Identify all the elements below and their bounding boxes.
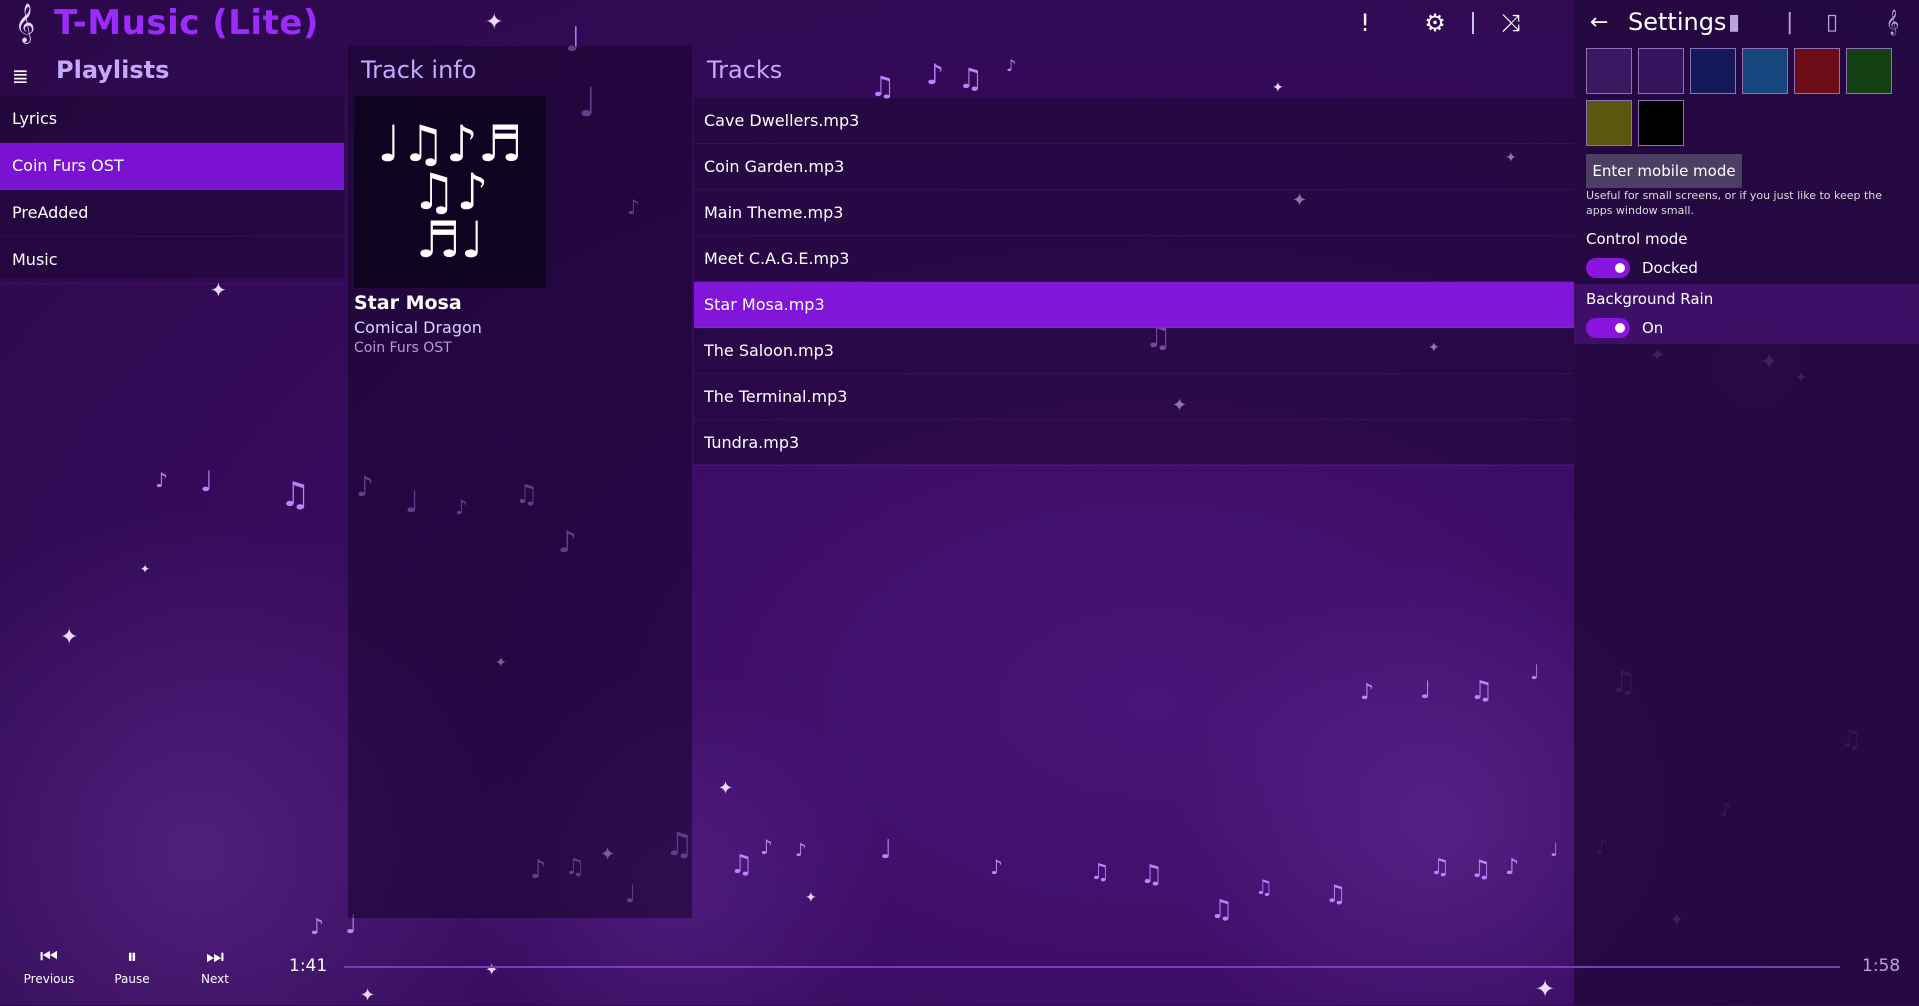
track-info-title: Star Mosa [354,292,462,314]
music-note-icon: ♪ [1006,56,1017,75]
theme-swatch[interactable] [1690,48,1736,94]
theme-swatches [1586,48,1916,146]
music-note-icon: ♫ [1470,676,1494,706]
settings-title: Settings [1628,8,1727,36]
hamburger-icon[interactable]: ≣ [12,64,34,88]
title-toolbar: ! ⚙ ⤨ [1340,0,1536,46]
logo-small-icon: 𝄞 [1886,10,1900,35]
enter-mobile-mode-button[interactable]: Enter mobile mode [1586,154,1742,188]
music-note-icon: ♫ [1090,860,1110,885]
divider-icon: | [1786,10,1794,35]
phone-icon[interactable]: ▮ [1728,10,1740,35]
album-art: ♩♫♪♬ ♫♪ ♬♩ [354,96,546,288]
sparkle-icon: ✦ [1272,80,1284,96]
theme-swatch[interactable] [1846,48,1892,94]
track-item[interactable]: Main Theme.mp3 [694,190,1574,236]
next-button[interactable]: ⏭ Next [180,944,250,986]
music-note-icon: ♫ [1325,880,1347,908]
tracks-header: Tracks [707,56,783,84]
music-note-icon: ♪ [990,855,1003,879]
music-note-icon: ♪ [1505,855,1520,880]
progress-slider[interactable] [344,966,1840,968]
background-rain-toggle[interactable] [1586,318,1630,338]
music-note-icon: ♫ [1430,855,1450,880]
music-note-icon: ♫ [1255,875,1273,899]
track-item[interactable]: Meet C.A.G.E.mp3 [694,236,1574,282]
track-item[interactable]: The Terminal.mp3 [694,374,1574,420]
music-note-icon: ♪ [155,468,168,492]
settings-header: ← Settings [1590,8,1726,36]
title-bar: 𝄞 T-Music (Lite) [0,0,1574,46]
theme-swatch[interactable] [1794,48,1840,94]
mobile-mode-hint: Useful for small screens, or if you just… [1586,189,1883,217]
pause-button[interactable]: ⏸ Pause [97,944,167,986]
app-title: T-Music (Lite) [54,3,319,43]
playlist-item-lyrics[interactable]: Lyrics [0,96,344,143]
duration-time: 1:58 [1862,956,1901,976]
app-logo-icon: 𝄞 [14,3,36,43]
sparkle-icon: ✦ [718,778,734,799]
track-item[interactable]: Coin Garden.mp3 [694,144,1574,190]
track-info-header: Track info [361,56,477,84]
previous-button[interactable]: ⏮ Previous [14,944,84,986]
playlists-list: Lyrics Coin Furs OST PreAdded Music [0,96,344,284]
device-icon[interactable]: ▯ [1826,10,1838,35]
track-info-album: Coin Furs OST [354,340,452,356]
music-note-icon: ♪ [760,835,773,859]
playlist-item-preadded[interactable]: PreAdded [0,190,344,237]
background-rain-label: Background Rain [1586,290,1714,308]
music-note-icon: ♩ [1550,840,1559,861]
sparkle-icon: ✦ [805,890,817,906]
music-note-icon: ♫ [280,475,311,515]
previous-icon: ⏮ [40,944,58,968]
alert-icon[interactable]: ! [1340,0,1390,46]
music-note-icon: ♪ [1360,680,1375,705]
control-mode-row: Docked [1586,258,1698,278]
theme-swatch[interactable] [1742,48,1788,94]
back-icon[interactable]: ← [1590,10,1614,35]
shuffle-icon[interactable]: ⤨ [1486,0,1536,46]
sparkle-icon: ✦ [60,625,79,650]
control-mode-toggle[interactable] [1586,258,1630,278]
pause-label: Pause [114,972,150,986]
next-icon: ⏭ [206,944,224,968]
next-label: Next [201,972,229,986]
gear-icon[interactable]: ⚙ [1410,0,1460,46]
tracks-list: Cave Dwellers.mp3 Coin Garden.mp3 Main T… [694,98,1574,466]
previous-label: Previous [23,972,75,986]
elapsed-time: 1:41 [289,956,328,976]
control-mode-value: Docked [1642,259,1698,277]
music-note-icon: ♫ [1140,860,1164,890]
music-note-icon: ♪ [795,840,807,861]
background-rain-value: On [1642,319,1664,337]
theme-swatch[interactable] [1586,100,1632,146]
track-item-selected[interactable]: Star Mosa.mp3 [694,282,1574,328]
music-note-icon: ♫ [730,850,754,880]
pause-icon: ⏸ [127,944,137,968]
playlists-header: Playlists [56,56,170,84]
track-item[interactable]: The Saloon.mp3 [694,328,1574,374]
background-rain-row: On [1586,318,1663,338]
theme-swatch[interactable] [1638,100,1684,146]
settings-pane [1574,0,1919,1005]
sparkle-icon: ✦ [140,562,151,576]
toolbar-divider [1472,12,1474,34]
music-note-icon: ♩ [1530,660,1540,684]
control-mode-label: Control mode [1586,230,1688,248]
theme-swatch[interactable] [1586,48,1632,94]
theme-swatch[interactable] [1638,48,1684,94]
track-item[interactable]: Cave Dwellers.mp3 [694,98,1574,144]
music-note-icon: ♩ [1420,676,1432,704]
playlist-item-music[interactable]: Music [0,237,344,284]
music-note-icon: ♫ [1470,855,1492,883]
music-note-icon: ♩ [880,835,893,865]
track-info-artist: Comical Dragon [354,318,482,337]
music-note-icon: ♫ [958,62,984,95]
playlist-item-coin-furs-ost[interactable]: Coin Furs OST [0,143,344,190]
track-item[interactable]: Tundra.mp3 [694,420,1574,466]
music-note-icon: ♪ [926,58,944,91]
music-note-icon: ♩ [200,465,214,498]
